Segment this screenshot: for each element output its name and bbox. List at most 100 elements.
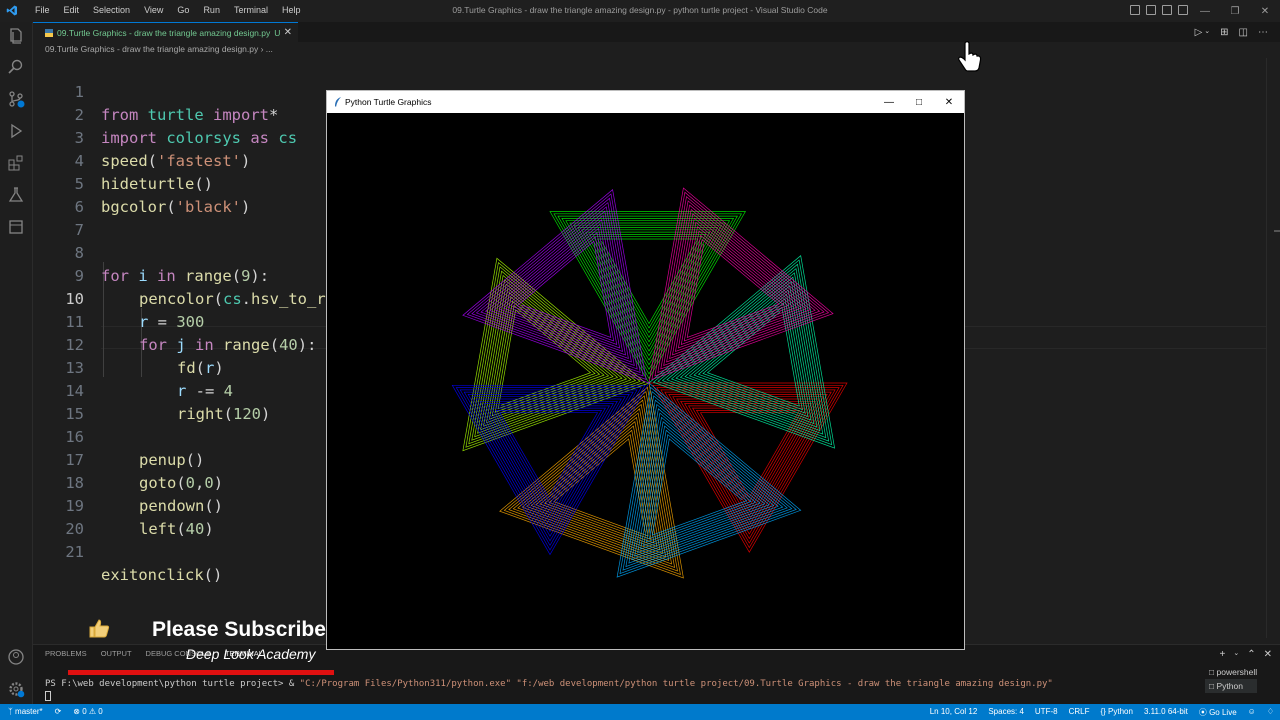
terminal-item-python[interactable]: □ Python xyxy=(1205,679,1258,693)
indentation[interactable]: Spaces: 4 xyxy=(988,707,1024,718)
run-debug-icon[interactable] xyxy=(7,122,25,140)
turtle-graphics-window[interactable]: Python Turtle Graphics — □ ✕ xyxy=(326,90,965,650)
code-line: 1 from turtle import* xyxy=(33,58,1280,124)
thumbs-up-icon xyxy=(89,619,110,638)
scrollbar-thumb[interactable] xyxy=(1274,230,1280,232)
restore-icon[interactable]: ❐ xyxy=(1220,0,1250,22)
go-live-label: Go Live xyxy=(1209,708,1237,717)
notifications-bell-icon[interactable]: ♢ xyxy=(1267,707,1274,718)
toggle-panel-icon[interactable] xyxy=(1146,5,1156,15)
python-interpreter[interactable]: 3.11.0 64-bit xyxy=(1144,707,1188,718)
hand-pointer-icon xyxy=(958,41,982,72)
language-label: Python xyxy=(1108,707,1133,716)
split-editor-icon[interactable]: ◫ xyxy=(1239,27,1248,38)
customize-layout-icon[interactable] xyxy=(1178,5,1188,15)
line-number: 21 xyxy=(65,543,84,561)
menu-file[interactable]: File xyxy=(28,5,57,15)
menu-go[interactable]: Go xyxy=(170,5,196,15)
menu-run[interactable]: Run xyxy=(196,5,227,15)
panel-actions: + ⌄ ⌃ ✕ xyxy=(1220,649,1273,660)
editor-scrollbar[interactable] xyxy=(1266,58,1280,638)
encoding[interactable]: UTF-8 xyxy=(1035,707,1058,718)
editor-actions: ▷ ⌄ ⊞ ◫ ⋯ xyxy=(1195,27,1268,38)
status-bar: ᛉ master* ⟳ ⊗ 0 ⚠ 0 Ln 10, Col 12 Spaces… xyxy=(0,704,1280,720)
breadcrumb[interactable]: 09.Turtle Graphics - draw the triangle a… xyxy=(45,44,273,54)
source-control-icon[interactable] xyxy=(7,90,25,108)
tab-problems[interactable]: PROBLEMS xyxy=(45,649,87,658)
editor-tab-bar: 09.Turtle Graphics - draw the triangle a… xyxy=(33,22,1280,42)
search-icon[interactable] xyxy=(7,58,25,76)
turtle-close-icon[interactable]: ✕ xyxy=(934,91,964,113)
account-icon[interactable] xyxy=(7,648,25,666)
run-options-chevron-icon[interactable]: ⌄ xyxy=(1204,27,1210,38)
language-mode[interactable]: {} Python xyxy=(1100,707,1132,718)
function-name: exitonclick xyxy=(101,566,204,584)
terminal-item-powershell[interactable]: □ powershell xyxy=(1205,665,1257,679)
broadcast-icon: ⦿ xyxy=(1198,708,1210,717)
terminal-shell-icon: □ xyxy=(1209,681,1217,691)
terminal-item-label: Python xyxy=(1216,681,1243,691)
terminal-list: □ powershell □ Python xyxy=(1205,665,1258,693)
terminal-item-label: powershell xyxy=(1216,667,1258,677)
close-icon[interactable]: ✕ xyxy=(1250,0,1280,22)
channel-name: Deep Look Academy xyxy=(186,646,316,662)
open-changes-icon[interactable]: ⊞ xyxy=(1220,27,1228,38)
menu-help[interactable]: Help xyxy=(275,5,308,15)
extensions-icon[interactable] xyxy=(7,154,25,172)
tab-label: 09.Turtle Graphics - draw the triangle a… xyxy=(57,27,271,38)
cursor-position[interactable]: Ln 10, Col 12 xyxy=(930,707,978,718)
new-terminal-icon[interactable]: + xyxy=(1220,649,1226,660)
terminal-shell-icon: □ xyxy=(1209,667,1217,677)
menu-edit[interactable]: Edit xyxy=(57,5,87,15)
tab-untracked-badge: U xyxy=(274,27,281,38)
maximize-panel-icon[interactable]: ⌃ xyxy=(1247,649,1255,660)
activity-bar xyxy=(0,22,33,704)
terminal-cursor xyxy=(45,691,51,701)
end-of-line[interactable]: CRLF xyxy=(1069,707,1090,718)
terminal-script-path: "f:/web development/python turtle projec… xyxy=(511,679,1053,689)
subscribe-text: Please Subscribe xyxy=(152,618,326,641)
menu-bar: File Edit Selection View Go Run Terminal… xyxy=(28,5,307,15)
window-controls: — ❐ ✕ xyxy=(1190,0,1280,22)
layout-controls xyxy=(1130,5,1188,15)
turtle-window-titlebar[interactable]: Python Turtle Graphics — □ ✕ xyxy=(327,91,964,113)
close-panel-icon[interactable]: ✕ xyxy=(1264,649,1272,660)
python-file-icon xyxy=(45,28,53,37)
toggle-sidebar-icon[interactable] xyxy=(1130,5,1140,15)
manage-gear-icon[interactable] xyxy=(7,680,25,698)
vscode-logo-icon xyxy=(6,5,17,16)
menu-terminal[interactable]: Terminal xyxy=(227,5,275,15)
menu-selection[interactable]: Selection xyxy=(86,5,137,15)
terminal-command-line[interactable]: PS F:\web development\python turtle proj… xyxy=(45,679,1053,689)
terminal-prompt: PS F:\web development\python turtle proj… xyxy=(45,679,300,689)
menu-view[interactable]: View xyxy=(137,5,170,15)
subscribe-underline xyxy=(68,670,334,675)
branch-icon: ᛉ xyxy=(8,707,16,716)
sync-icon[interactable]: ⟳ xyxy=(55,707,62,716)
turtle-canvas[interactable] xyxy=(327,113,964,649)
tab-output[interactable]: OUTPUT xyxy=(101,649,132,658)
turtle-maximize-icon[interactable]: □ xyxy=(904,91,934,113)
more-actions-icon[interactable]: ⋯ xyxy=(1258,27,1268,38)
minimize-icon[interactable]: — xyxy=(1190,0,1220,22)
terminal-exe-path: "C:/Program Files/Python311/python.exe" xyxy=(299,679,511,689)
feedback-icon[interactable]: ☺ xyxy=(1248,707,1256,718)
explorer-icon[interactable] xyxy=(7,27,25,45)
branch-name: master* xyxy=(15,707,43,716)
go-live-button[interactable]: ⦿ Go Live xyxy=(1199,707,1237,718)
branch-indicator[interactable]: ᛉ master* xyxy=(8,707,43,716)
toggle-secondary-sidebar-icon[interactable] xyxy=(1162,5,1172,15)
remote-explorer-icon[interactable] xyxy=(7,218,25,236)
terminal-dropdown-chevron-icon[interactable]: ⌄ xyxy=(1233,649,1239,660)
braces-icon: {} xyxy=(1100,707,1109,716)
testing-icon[interactable] xyxy=(7,186,25,204)
tab-close-icon[interactable]: ✕ xyxy=(284,27,292,38)
problems-indicator[interactable]: ⊗ 0 ⚠ 0 xyxy=(73,707,102,716)
turtle-window-controls: — □ ✕ xyxy=(874,91,964,113)
punctuation: () xyxy=(203,566,223,584)
turtle-window-title: Python Turtle Graphics xyxy=(345,97,432,107)
title-bar: File Edit Selection View Go Run Terminal… xyxy=(0,0,1280,22)
editor-tab[interactable]: 09.Turtle Graphics - draw the triangle a… xyxy=(33,22,298,42)
turtle-minimize-icon[interactable]: — xyxy=(874,91,904,113)
run-python-file-icon[interactable]: ▷ xyxy=(1195,27,1203,38)
